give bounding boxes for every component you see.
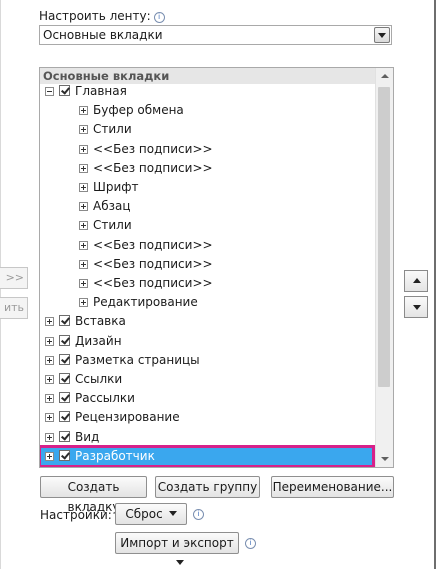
checkbox-checked[interactable] bbox=[59, 430, 70, 442]
tree-item-label: <<Без подписи>> bbox=[93, 141, 213, 156]
tree-item[interactable]: Рецензирование bbox=[40, 408, 375, 427]
expand-plus-icon[interactable] bbox=[45, 451, 54, 461]
rename-button[interactable]: Переименование... bbox=[271, 476, 394, 498]
chevron-down-icon bbox=[176, 560, 184, 565]
expand-plus-icon[interactable] bbox=[79, 221, 88, 231]
import-export-label: Импорт и экспорт bbox=[120, 536, 234, 550]
tree-item[interactable]: Редактирование bbox=[40, 293, 375, 312]
tree-item-label: Абзац bbox=[93, 199, 131, 214]
reset-label: Сброс bbox=[125, 507, 163, 521]
checkbox-checked[interactable] bbox=[59, 411, 70, 423]
expand-plus-icon[interactable] bbox=[45, 413, 54, 423]
expand-plus-icon[interactable] bbox=[79, 202, 88, 212]
checkbox-checked[interactable] bbox=[59, 315, 70, 327]
tree-item[interactable]: <<Без подписи>> bbox=[40, 140, 375, 159]
settings-label: Настройки: bbox=[40, 508, 112, 522]
tree-item[interactable]: Абзац bbox=[40, 197, 375, 216]
expand-plus-icon[interactable] bbox=[45, 336, 54, 346]
tree-item[interactable]: Рассылки bbox=[40, 389, 375, 408]
tree-item-label: Разметка страницы bbox=[75, 352, 200, 367]
tree-item[interactable]: Вид bbox=[40, 428, 375, 447]
expand-plus-icon[interactable] bbox=[45, 394, 54, 404]
customize-ribbon-text: Настроить ленту: bbox=[39, 9, 151, 23]
expand-plus-icon[interactable] bbox=[79, 106, 88, 116]
tree-item-label: <<Без подписи>> bbox=[93, 237, 213, 252]
customize-ribbon-dropdown[interactable]: Основные вкладки bbox=[39, 25, 392, 45]
tree-scrollbar[interactable] bbox=[375, 68, 393, 467]
tree-item[interactable]: Стили bbox=[40, 216, 375, 235]
tree-item[interactable]: Главная bbox=[40, 82, 375, 101]
expand-plus-icon[interactable] bbox=[79, 298, 88, 308]
info-icon[interactable]: i bbox=[153, 12, 165, 23]
expand-plus-icon[interactable] bbox=[79, 125, 88, 135]
info-icon[interactable]: i bbox=[193, 509, 204, 520]
scroll-up-arrow-icon[interactable] bbox=[376, 68, 393, 85]
expand-plus-icon[interactable] bbox=[45, 355, 54, 365]
tree-item[interactable]: <<Без подписи>> bbox=[40, 159, 375, 178]
expand-plus-icon[interactable] bbox=[79, 163, 88, 173]
import-export-button[interactable]: Импорт и экспорт bbox=[115, 532, 239, 565]
checkbox-checked[interactable] bbox=[59, 85, 70, 96]
customize-ribbon-label: Настроить ленту: i bbox=[39, 9, 165, 23]
collapse-minus-icon[interactable] bbox=[45, 87, 54, 96]
checkbox-checked[interactable] bbox=[59, 334, 70, 346]
tree-item[interactable]: <<Без подписи>> bbox=[40, 236, 375, 255]
tree-item[interactable]: Вставка bbox=[40, 312, 375, 331]
tree-item-label: <<Без подписи>> bbox=[93, 256, 213, 271]
expand-plus-icon[interactable] bbox=[79, 183, 88, 192]
scroll-down-arrow-icon[interactable] bbox=[376, 450, 393, 467]
add-button[interactable]: >> bbox=[0, 267, 28, 289]
tree-item-label: Ссылки bbox=[75, 372, 123, 386]
tree-item-label: Вставка bbox=[75, 314, 126, 329]
tree-item-label: Рецензирование bbox=[75, 410, 180, 425]
tree-item-label: Редактирование bbox=[93, 295, 198, 310]
reset-button[interactable]: Сброс bbox=[115, 503, 187, 525]
new-group-button[interactable]: Создать группу bbox=[155, 476, 260, 498]
chevron-down-icon[interactable] bbox=[374, 27, 390, 43]
tree-item[interactable]: <<Без подписи>> bbox=[40, 255, 375, 274]
expand-plus-icon[interactable] bbox=[79, 240, 88, 250]
tree-item-label: Рассылки bbox=[75, 391, 135, 406]
tree-item[interactable]: Дизайн bbox=[40, 332, 375, 351]
chevron-down-icon bbox=[168, 511, 177, 516]
expand-plus-icon[interactable] bbox=[79, 259, 88, 269]
tree-item[interactable]: Шрифт bbox=[40, 178, 375, 197]
tree-item[interactable]: Разметка страницы bbox=[40, 351, 375, 370]
checkbox-checked[interactable] bbox=[59, 353, 70, 365]
tree-item-label: <<Без подписи>> bbox=[93, 276, 213, 290]
expand-plus-icon[interactable] bbox=[79, 144, 88, 154]
tree-item-label: Вид bbox=[75, 429, 100, 444]
tree-item-label: Дизайн bbox=[75, 333, 122, 348]
dropdown-selected-value: Основные вкладки bbox=[43, 28, 163, 42]
checkbox-checked[interactable] bbox=[59, 449, 70, 461]
tree-item-label: Стили bbox=[93, 122, 132, 137]
tree-item[interactable]: Стили bbox=[40, 120, 375, 139]
expand-plus-icon[interactable] bbox=[45, 317, 54, 327]
tree-item-label: Главная bbox=[75, 84, 127, 98]
checkbox-checked[interactable] bbox=[59, 373, 70, 384]
checkbox-checked[interactable] bbox=[59, 392, 70, 404]
remove-button[interactable]: ить bbox=[0, 297, 28, 319]
ribbon-tabs-tree[interactable]: Основные вкладки Главная Буфер обмена Стил… bbox=[39, 67, 394, 468]
new-tab-button[interactable]: Создать вкладку bbox=[40, 476, 147, 514]
tree-item-label: <<Без подписи>> bbox=[93, 160, 213, 175]
move-down-button[interactable] bbox=[404, 296, 428, 318]
tree-item-label: Буфер обмена bbox=[93, 103, 184, 118]
tree-item[interactable]: Надстройки bbox=[40, 466, 375, 467]
move-up-button[interactable] bbox=[404, 270, 428, 292]
tree-item-label: Шрифт bbox=[93, 180, 139, 194]
tree-item-label: Разработчик bbox=[75, 448, 155, 463]
expand-plus-icon[interactable] bbox=[45, 432, 54, 442]
tree-item-label: Стили bbox=[93, 218, 132, 233]
tree-item[interactable]: Ссылки bbox=[40, 370, 375, 389]
tree-item[interactable]: <<Без подписи>> bbox=[40, 274, 375, 293]
tree-item-label: Надстройки bbox=[75, 466, 151, 467]
expand-plus-icon[interactable] bbox=[79, 279, 88, 288]
expand-plus-icon[interactable] bbox=[45, 375, 54, 384]
info-icon[interactable]: i bbox=[245, 538, 256, 549]
scroll-thumb[interactable] bbox=[378, 87, 390, 387]
tree-item[interactable]: Разработчик bbox=[40, 444, 375, 467]
tree-item[interactable]: Буфер обмена bbox=[40, 101, 375, 120]
